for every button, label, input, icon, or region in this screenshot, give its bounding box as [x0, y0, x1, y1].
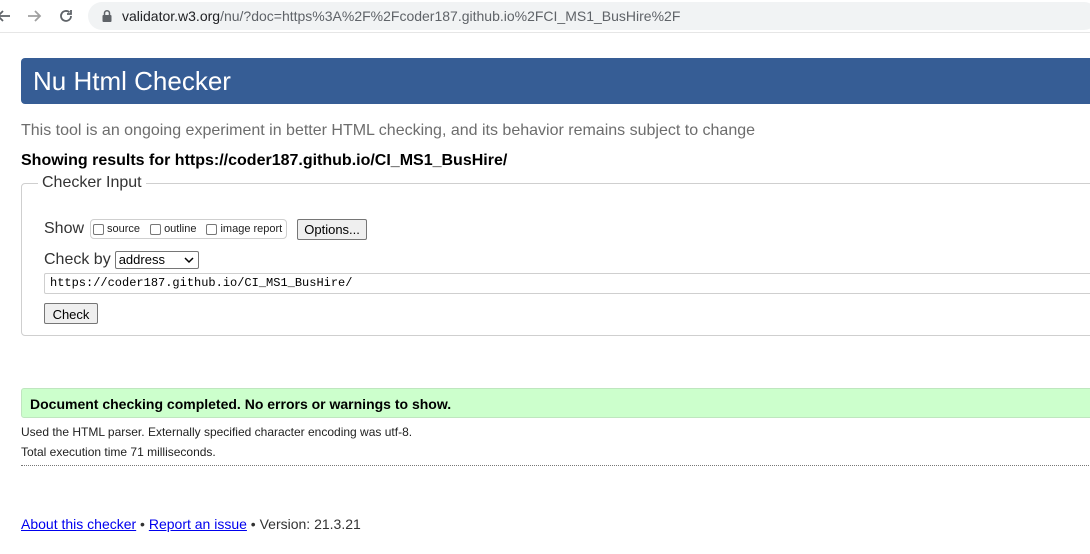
report-issue-link[interactable]: Report an issue: [149, 516, 247, 532]
source-checkbox[interactable]: [93, 223, 105, 235]
check-by-label: Check by: [44, 251, 111, 268]
image-report-label: image report: [220, 223, 283, 235]
check-by-row: Check by address: [44, 251, 199, 269]
image-report-checkbox[interactable]: [206, 223, 218, 235]
showing-results-heading: Showing results for https://coder187.git…: [21, 152, 507, 170]
lock-icon[interactable]: [100, 9, 114, 23]
divider: [21, 465, 1090, 466]
footer: About this checker • Report an issue • V…: [21, 516, 361, 532]
show-outline-option[interactable]: outline: [150, 223, 196, 235]
footer-separator: •: [136, 516, 149, 532]
browser-toolbar: validator.w3.org/nu/?doc=https%3A%2F%2Fc…: [0, 0, 1090, 33]
address-input[interactable]: https://coder187.github.io/CI_MS1_BusHir…: [44, 273, 1090, 294]
showing-prefix: Showing results for: [21, 152, 175, 169]
source-label: source: [107, 223, 141, 235]
showing-url: https://coder187.github.io/CI_MS1_BusHir…: [174, 152, 508, 169]
outline-label: outline: [164, 223, 197, 235]
page-header: Nu Html Checker: [21, 58, 1090, 104]
show-options-group: source outline image report: [90, 219, 288, 239]
address-bar[interactable]: validator.w3.org/nu/?doc=https%3A%2F%2Fc…: [88, 2, 1090, 30]
show-image-report-option[interactable]: image report: [206, 223, 282, 235]
show-row: Show source outline image report Options…: [44, 218, 367, 240]
checker-input-fieldset: Checker Input Show source outline image …: [21, 174, 1090, 336]
show-label: Show: [44, 220, 85, 237]
url-text[interactable]: validator.w3.org/nu/?doc=https%3A%2F%2Fc…: [122, 8, 680, 24]
back-button[interactable]: [0, 4, 16, 28]
tool-description: This tool is an ongoing experiment in be…: [21, 122, 756, 139]
parser-info: Used the HTML parser. Externally specifi…: [21, 425, 413, 439]
check-button[interactable]: Check: [44, 303, 98, 324]
arrow-left-icon: [0, 10, 10, 22]
check-by-select[interactable]: address: [114, 251, 199, 269]
chevron-down-icon: [184, 257, 194, 264]
arrow-right-icon: [28, 10, 42, 22]
success-message: Document checking completed. No errors o…: [30, 396, 452, 412]
execution-time-info: Total execution time 71 milliseconds.: [21, 445, 216, 459]
show-source-option[interactable]: source: [93, 223, 140, 235]
options-button[interactable]: Options...: [297, 218, 367, 240]
reload-icon: [60, 10, 72, 22]
success-message-box: Document checking completed. No errors o…: [21, 388, 1090, 418]
url-path: /nu/?doc=https%3A%2F%2Fcoder187.github.i…: [220, 8, 681, 24]
forward-button[interactable]: [22, 4, 46, 28]
reload-button[interactable]: [54, 4, 78, 28]
about-checker-link[interactable]: About this checker: [21, 516, 136, 532]
url-host: validator.w3.org: [122, 8, 221, 24]
checker-input-legend: Checker Input: [38, 174, 146, 192]
check-by-selected-value: address: [118, 252, 165, 267]
outline-checkbox[interactable]: [150, 223, 162, 235]
page-title: Nu Html Checker: [33, 66, 231, 96]
version-text: • Version: 21.3.21: [246, 516, 361, 532]
